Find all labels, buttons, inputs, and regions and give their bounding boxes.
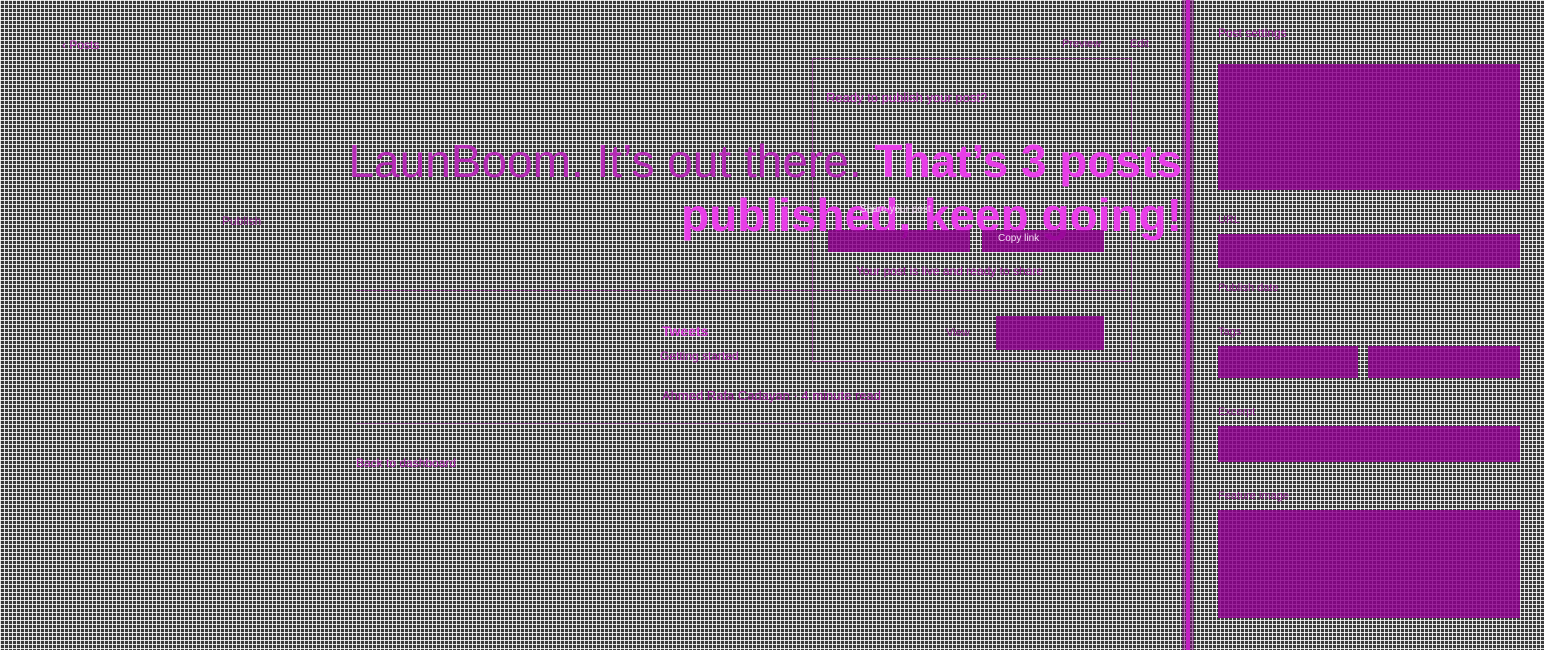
sidebar-feature-image-box[interactable] bbox=[1218, 510, 1520, 618]
sidebar-url-field[interactable] bbox=[1218, 234, 1520, 268]
publish-headline: LaunBoom. It’s out there. That’s 3 posts… bbox=[222, 134, 1182, 242]
post-action-label: View bbox=[946, 327, 970, 339]
sidebar-feature-image-label: Feature image bbox=[1218, 490, 1289, 502]
sidebar-preview-box[interactable] bbox=[1218, 64, 1520, 190]
back-link[interactable]: ‹ Posts bbox=[62, 38, 99, 52]
post-author: Ahmed Rafa Cadayan · 4 minute read bbox=[662, 388, 881, 403]
share-post-button[interactable] bbox=[828, 230, 970, 252]
sidebar-time-field[interactable] bbox=[1368, 346, 1520, 378]
edit-link[interactable]: Edit bbox=[1130, 38, 1149, 50]
headline-thin-text: LaunBoom. It’s out there. bbox=[348, 135, 862, 187]
panel-divider-handle[interactable] bbox=[1186, 0, 1190, 650]
sidebar-excerpt-field[interactable] bbox=[1218, 426, 1520, 462]
share-post-label: Share your post bbox=[860, 204, 931, 215]
ready-to-publish-text: Ready to publish your post? bbox=[826, 90, 988, 105]
view-post-button[interactable] bbox=[996, 316, 1104, 350]
post-title[interactable]: Tweets bbox=[662, 323, 708, 339]
sidebar-title: Post settings bbox=[1218, 26, 1287, 40]
preview-link[interactable]: Preview bbox=[1062, 38, 1101, 50]
sidebar-publish-date-label: Publish date bbox=[1218, 282, 1279, 294]
post-live-text: Your post is live and ready to share bbox=[856, 264, 1044, 278]
sidebar-excerpt-label: Excerpt bbox=[1218, 406, 1256, 418]
post-card bbox=[356, 290, 1126, 424]
back-to-dashboard-link[interactable]: Back to dashboard bbox=[356, 456, 456, 470]
sidebar-date-field[interactable] bbox=[1218, 346, 1358, 378]
copy-link-label: Copy link bbox=[998, 233, 1040, 244]
sidebar-url-label: URL bbox=[1218, 214, 1241, 226]
publish-label: Publish bbox=[222, 214, 262, 228]
post-author-name: Ahmed Rafa Cadayan bbox=[662, 388, 790, 403]
sidebar-tags-label: Tags bbox=[1218, 326, 1242, 338]
post-meta: Getting started bbox=[660, 349, 739, 363]
post-read-time: · 4 minute read bbox=[793, 388, 881, 403]
